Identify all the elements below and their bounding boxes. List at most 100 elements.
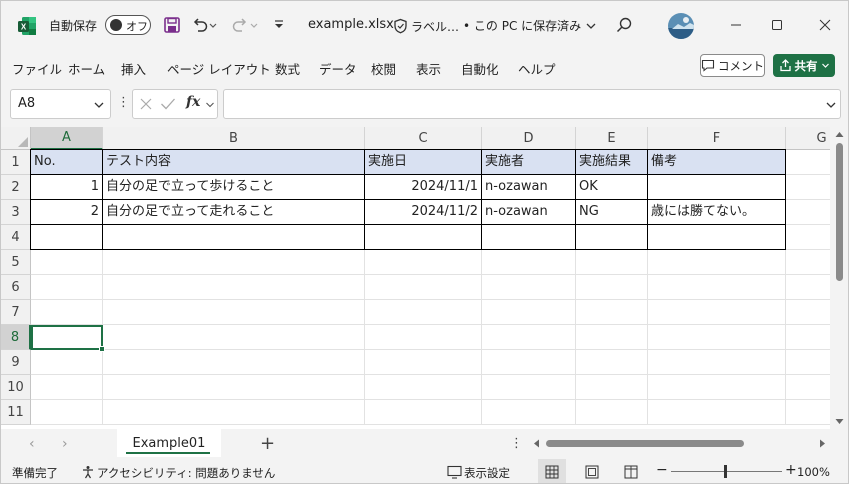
table-header-cell[interactable]: No. <box>31 150 103 175</box>
redo-dropdown-icon[interactable] <box>249 15 259 35</box>
worksheet-grid[interactable]: A B C D E F G 1 No. テスト内容 実施日 実施者 実施結果 備考 2 1 自分の足で立って歩け… <box>1 127 848 429</box>
table-cell[interactable]: 歳には勝てない。 <box>648 200 786 225</box>
cell[interactable] <box>648 325 786 350</box>
cell[interactable] <box>576 275 648 300</box>
cell[interactable] <box>103 375 365 400</box>
cancel-icon[interactable] <box>139 97 153 111</box>
normal-view-button[interactable] <box>538 459 566 483</box>
cell[interactable] <box>648 400 786 425</box>
row-header[interactable]: 4 <box>1 225 31 250</box>
menu-formulas[interactable]: 数式 <box>275 59 300 78</box>
autosave-toggle[interactable]: オフ <box>105 15 151 35</box>
zoom-in-icon[interactable]: + <box>785 462 797 478</box>
zoom-level[interactable]: 100% <box>797 465 830 479</box>
table-cell[interactable]: 自分の足で立って歩けること <box>103 175 365 200</box>
cell[interactable] <box>31 375 103 400</box>
cell[interactable] <box>482 275 576 300</box>
cell[interactable] <box>648 300 786 325</box>
table-cell[interactable]: 2024/11/1 <box>365 175 482 200</box>
scroll-down-icon[interactable] <box>835 418 844 425</box>
name-box[interactable]: A8 <box>10 89 111 119</box>
expand-formula-bar-icon[interactable] <box>825 99 837 111</box>
table-cell[interactable] <box>482 225 576 250</box>
page-layout-view-icon[interactable] <box>585 465 599 479</box>
cell[interactable] <box>365 400 482 425</box>
file-name[interactable]: example.xlsx <box>308 17 394 32</box>
table-cell[interactable]: n-ozawan <box>482 175 576 200</box>
cell[interactable] <box>103 250 365 275</box>
row-header[interactable]: 9 <box>1 350 31 375</box>
select-all-button[interactable] <box>1 127 31 150</box>
cell[interactable] <box>31 250 103 275</box>
table-cell[interactable] <box>576 225 648 250</box>
cell[interactable] <box>103 325 365 350</box>
menu-automate[interactable]: 自動化 <box>461 59 499 78</box>
column-header[interactable]: E <box>576 127 648 150</box>
cell[interactable] <box>103 400 365 425</box>
menu-help[interactable]: ヘルプ <box>518 59 556 78</box>
row-header[interactable]: 3 <box>1 200 31 225</box>
table-cell[interactable] <box>648 175 786 200</box>
accessibility-status[interactable]: アクセシビリティ: 問題ありません <box>97 465 275 481</box>
share-button[interactable]: 共有 <box>773 54 835 77</box>
zoom-out-icon[interactable]: − <box>656 462 668 478</box>
menu-data[interactable]: データ <box>319 59 357 78</box>
cell[interactable] <box>482 325 576 350</box>
column-header[interactable]: A <box>31 127 103 150</box>
formula-input[interactable] <box>223 89 841 119</box>
row-header[interactable]: 8 <box>1 325 31 350</box>
minimize-button[interactable] <box>722 11 750 39</box>
zoom-slider-thumb[interactable] <box>724 465 727 478</box>
table-cell[interactable]: 2024/11/2 <box>365 200 482 225</box>
cell[interactable] <box>365 375 482 400</box>
column-header[interactable]: C <box>365 127 482 150</box>
table-header-cell[interactable]: 実施者 <box>482 150 576 175</box>
next-sheet-icon[interactable]: › <box>62 436 68 452</box>
cell[interactable] <box>365 250 482 275</box>
table-cell[interactable] <box>648 225 786 250</box>
insert-function-icon[interactable]: fx <box>186 94 200 110</box>
column-header[interactable]: F <box>648 127 786 150</box>
column-header[interactable]: D <box>482 127 576 150</box>
cell[interactable] <box>576 375 648 400</box>
cell[interactable] <box>31 400 103 425</box>
cell[interactable] <box>365 350 482 375</box>
enter-check-icon[interactable] <box>160 97 176 111</box>
cell[interactable] <box>482 250 576 275</box>
scroll-up-icon[interactable] <box>835 131 844 138</box>
formula-bar-grip-icon[interactable]: ⋮ <box>117 95 130 110</box>
sensitivity-label-button[interactable]: ラベル… <box>393 15 459 37</box>
previous-sheet-icon[interactable]: ‹ <box>29 436 35 452</box>
table-cell[interactable] <box>31 225 103 250</box>
fx-dropdown-icon[interactable] <box>205 100 215 110</box>
scroll-right-icon[interactable] <box>819 439 826 448</box>
display-settings[interactable]: 表示設定 <box>464 465 510 481</box>
cell[interactable] <box>31 300 103 325</box>
cell[interactable] <box>576 400 648 425</box>
table-cell[interactable]: n-ozawan <box>482 200 576 225</box>
save-status-button[interactable]: • この PC に保存済み <box>463 17 597 34</box>
cell[interactable] <box>365 300 482 325</box>
table-header-cell[interactable]: 実施結果 <box>576 150 648 175</box>
row-header[interactable]: 5 <box>1 250 31 275</box>
row-header[interactable]: 11 <box>1 400 31 425</box>
cell[interactable] <box>31 275 103 300</box>
cell[interactable] <box>482 350 576 375</box>
cell[interactable] <box>482 375 576 400</box>
menu-page-layout[interactable]: ページ レイアウト <box>167 59 271 78</box>
undo-dropdown-icon[interactable] <box>208 15 218 35</box>
cell[interactable] <box>103 275 365 300</box>
table-header-cell[interactable]: テスト内容 <box>103 150 365 175</box>
cell[interactable] <box>648 275 786 300</box>
cell[interactable] <box>648 250 786 275</box>
row-header[interactable]: 10 <box>1 375 31 400</box>
cell[interactable] <box>482 400 576 425</box>
tab-split-handle-icon[interactable]: ⋮ <box>510 436 523 451</box>
cell[interactable] <box>648 350 786 375</box>
table-cell[interactable] <box>365 225 482 250</box>
horizontal-scrollbar[interactable] <box>531 436 827 450</box>
menu-review[interactable]: 校閲 <box>371 59 396 78</box>
row-header[interactable]: 2 <box>1 175 31 200</box>
search-icon[interactable] <box>615 16 633 34</box>
chevron-down-icon[interactable] <box>93 99 105 111</box>
